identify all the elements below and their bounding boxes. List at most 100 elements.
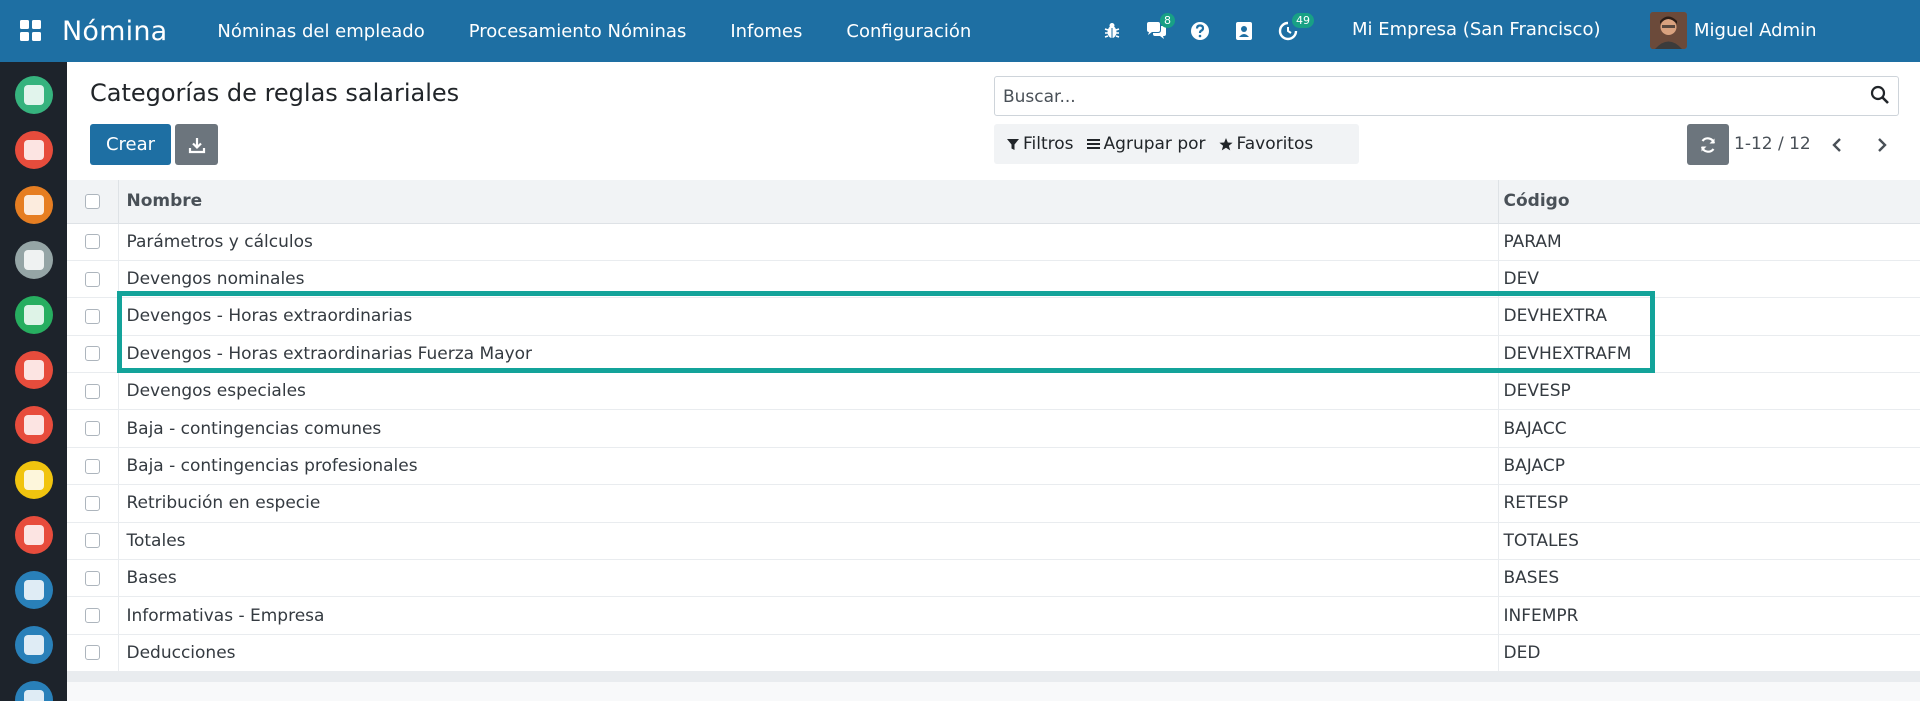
planning-app-icon[interactable] — [15, 681, 53, 701]
contacts-app-icon[interactable] — [15, 241, 53, 279]
cell-nombre[interactable]: Baja - contingencias comunes — [118, 409, 1499, 448]
company-switcher[interactable]: Mi Empresa (San Francisco) — [1352, 19, 1601, 40]
payroll-app-icon[interactable] — [15, 516, 53, 554]
cell-codigo[interactable]: BASES — [1498, 560, 1920, 597]
cell-nombre[interactable]: Baja - contingencias profesionales — [118, 447, 1499, 485]
app-brand[interactable]: Nómina — [62, 16, 167, 47]
cell-nombre[interactable]: Bases — [118, 559, 1499, 597]
table-row[interactable]: Retribución en especie RETESP — [67, 484, 1920, 523]
cell-codigo[interactable]: DEVHEXTRA — [1498, 298, 1920, 335]
row-select-cell — [67, 297, 119, 336]
table-row[interactable]: Baja - contingencias comunes BAJACC — [67, 409, 1920, 448]
list-view: Nombre Código Parámetros y cálculos PARAM… — [67, 180, 1920, 683]
table-row[interactable]: Devengos - Horas extraordinarias Fuerza … — [67, 335, 1920, 373]
table-row[interactable]: Totales TOTALES — [67, 522, 1920, 560]
favorites-button[interactable]: Favoritos — [1218, 134, 1313, 154]
row-checkbox[interactable] — [84, 271, 100, 287]
help-icon[interactable] — [1178, 0, 1222, 62]
cell-codigo[interactable]: DED — [1498, 634, 1920, 671]
filters-button[interactable]: Filtros — [1007, 134, 1074, 154]
cell-nombre[interactable]: Devengos - Horas extraordinarias — [118, 297, 1499, 336]
cell-codigo[interactable]: DEVESP — [1498, 373, 1920, 410]
presentation-glyph-icon — [24, 470, 44, 490]
debug-bug-icon[interactable] — [1090, 0, 1134, 62]
row-checkbox[interactable] — [84, 533, 100, 549]
cell-nombre[interactable]: Informativas - Empresa — [118, 596, 1499, 635]
table-row[interactable]: Devengos - Horas extraordinarias DEVHEXTR… — [67, 297, 1920, 336]
row-checkbox[interactable] — [84, 346, 100, 362]
column-header-nombre[interactable]: Nombre — [118, 180, 1499, 224]
pager-next-icon[interactable] — [1867, 130, 1897, 160]
pager-value[interactable]: 1-12 / 12 — [1734, 134, 1811, 154]
table-row[interactable]: Baja - contingencias profesionales BAJACP — [67, 447, 1920, 485]
cell-nombre[interactable]: Retribución en especie — [118, 484, 1499, 523]
reporting-app-icon[interactable] — [15, 406, 53, 444]
cell-codigo[interactable]: DEV — [1498, 260, 1920, 297]
salary-rule-categories-table: Nombre Código Parámetros y cálculos PARAM… — [67, 180, 1920, 672]
row-select-cell — [67, 223, 119, 261]
pos-app-icon[interactable] — [15, 571, 53, 609]
row-checkbox[interactable] — [84, 308, 100, 324]
select-all-checkbox[interactable] — [84, 193, 100, 209]
row-select-cell — [67, 484, 119, 523]
cell-nombre[interactable]: Deducciones — [118, 634, 1499, 672]
presentation-app-icon[interactable] — [15, 461, 53, 499]
refresh-button[interactable] — [1687, 124, 1729, 165]
recruitment-app-icon[interactable] — [15, 351, 53, 389]
table-row[interactable]: Devengos nominales DEV — [67, 260, 1920, 298]
column-header-codigo[interactable]: Código — [1498, 180, 1920, 224]
cell-codigo[interactable]: INFEMPR — [1498, 597, 1920, 634]
contacts-glyph-icon — [24, 250, 44, 270]
row-checkbox[interactable] — [84, 421, 100, 437]
main-content: Categorías de reglas salariales Crear Fi… — [67, 62, 1920, 701]
contacts-book-icon[interactable] — [1222, 0, 1266, 62]
cell-codigo[interactable]: RETESP — [1498, 485, 1920, 522]
row-checkbox[interactable] — [84, 458, 100, 474]
discuss-app-icon[interactable] — [15, 76, 53, 114]
messages-icon[interactable]: 8 — [1134, 0, 1178, 62]
row-checkbox[interactable] — [84, 495, 100, 511]
group-by-button[interactable]: Agrupar por — [1086, 134, 1206, 154]
table-row[interactable]: Devengos especiales DEVESP — [67, 372, 1920, 410]
table-row[interactable]: Informativas - Empresa INFEMPR — [67, 596, 1920, 635]
menu-configuracion[interactable]: Configuración — [846, 21, 971, 42]
cell-nombre[interactable]: Devengos especiales — [118, 372, 1499, 410]
calculator-app-icon[interactable] — [15, 626, 53, 664]
menu-informes[interactable]: Infomes — [730, 21, 802, 42]
payroll-glyph-icon — [24, 525, 44, 545]
table-row[interactable]: Deducciones DED — [67, 634, 1920, 672]
create-button[interactable]: Crear — [90, 124, 171, 165]
cell-codigo[interactable]: BAJACP — [1498, 447, 1920, 484]
row-checkbox[interactable] — [84, 570, 100, 586]
row-checkbox[interactable] — [84, 645, 100, 661]
row-select-cell — [67, 260, 119, 298]
download-button[interactable] — [175, 124, 218, 165]
user-menu[interactable]: Miguel Admin — [1650, 12, 1817, 49]
pager-previous-icon[interactable] — [1822, 130, 1852, 160]
search-input[interactable] — [1003, 85, 1863, 109]
menu-procesamiento-nominas[interactable]: Procesamiento Nóminas — [469, 21, 687, 42]
cell-nombre[interactable]: Totales — [118, 522, 1499, 560]
activities-badge: 49 — [1292, 13, 1314, 28]
cell-codigo[interactable]: PARAM — [1498, 223, 1920, 260]
activities-clock-icon[interactable]: 49 — [1266, 0, 1314, 62]
cell-codigo[interactable]: TOTALES — [1498, 522, 1920, 559]
table-row[interactable]: Bases BASES — [67, 559, 1920, 597]
row-checkbox[interactable] — [84, 608, 100, 624]
row-checkbox[interactable] — [84, 383, 100, 399]
cell-codigo[interactable]: BAJACC — [1498, 410, 1920, 447]
apps-menu-icon[interactable] — [0, 0, 62, 62]
calendar-app-icon[interactable] — [15, 131, 53, 169]
row-checkbox[interactable] — [84, 234, 100, 250]
notes-app-icon[interactable] — [15, 186, 53, 224]
apps-sidebar — [0, 62, 67, 701]
search-bar — [994, 76, 1899, 116]
cell-codigo[interactable]: DEVHEXTRAFM — [1498, 335, 1920, 372]
search-icon[interactable] — [1870, 85, 1894, 109]
table-row[interactable]: Parámetros y cálculos PARAM — [67, 223, 1920, 261]
cell-nombre[interactable]: Devengos nominales — [118, 260, 1499, 298]
menu-nominas-empleado[interactable]: Nóminas del empleado — [217, 21, 424, 42]
cell-nombre[interactable]: Parámetros y cálculos — [118, 223, 1499, 261]
cell-nombre[interactable]: Devengos - Horas extraordinarias Fuerza … — [118, 335, 1499, 373]
employees-app-icon[interactable] — [15, 296, 53, 334]
